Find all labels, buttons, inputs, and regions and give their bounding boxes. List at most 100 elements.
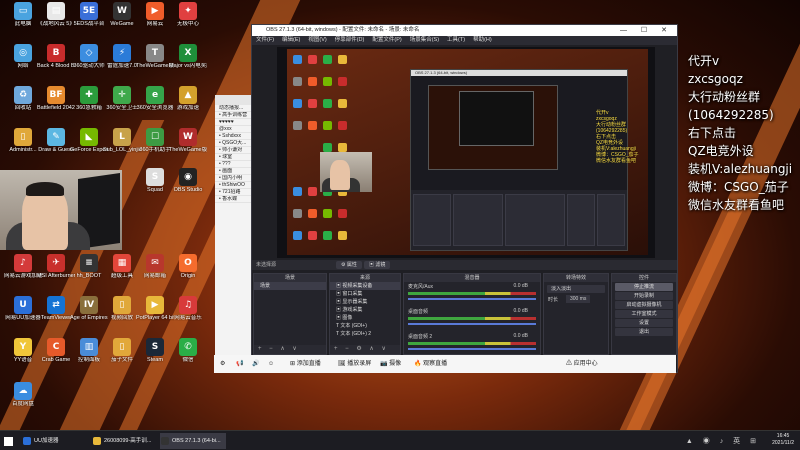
start-recording-button[interactable]: 开始录制: [615, 292, 673, 300]
source-item[interactable]: T 文本 (GDI+): [330, 322, 400, 330]
taskbar-app-icon: [161, 437, 169, 445]
source-item[interactable]: ▣ 显示器采集: [330, 298, 400, 306]
taskbar-clock[interactable]: 16:45 2021/11/2: [772, 433, 794, 447]
source-item[interactable]: ▣ 游戏采集: [330, 306, 400, 314]
menu-item[interactable]: 帮助(H): [473, 37, 492, 43]
source-item[interactable]: ▣ 图像: [330, 314, 400, 322]
scene-item[interactable]: 场景: [254, 282, 326, 290]
properties-button[interactable]: ⚙ 属性: [336, 261, 362, 269]
toolbar-item[interactable]: ☺: [268, 355, 274, 373]
source-item[interactable]: ▣ 视频采集设备: [330, 282, 400, 290]
transition-type-select[interactable]: 淡入淡出: [547, 285, 605, 293]
sources-dock-toolbar[interactable]: + − ⚙ ∧ ∨: [330, 345, 400, 354]
desktop-icon[interactable]: XMajor vs闪电奖励打开: [169, 44, 207, 78]
volume-slider[interactable]: [408, 323, 536, 325]
chat-row[interactable]: • thShiwOO: [215, 182, 255, 189]
chat-row[interactable]: • QSGO大...: [215, 140, 255, 147]
yy--icon: Y: [14, 338, 32, 356]
scenes-dock: 场景 场景 + − ∧ ∨: [253, 273, 327, 355]
desktop-icon[interactable]: ☁ 百度网盘: [4, 382, 42, 416]
taskbar-app[interactable]: UU加速器: [22, 433, 88, 449]
desktop-icon[interactable]: ◉ OBS Studio: [169, 168, 207, 202]
chat-row[interactable]: • ???: [215, 161, 255, 168]
chat-row[interactable]: @xxx: [215, 126, 255, 133]
obs-preview[interactable]: OBS 27.1.3 (64-bit, windows) 代开v zxcsgoqz…: [277, 47, 655, 258]
toolbar-item[interactable]: 📷 摄像: [380, 355, 401, 373]
mixer-channels: 麦克风/Aux 0.0 dB 桌面音频 0.0 dB 桌面音频 2 0.0 dB: [404, 282, 540, 357]
-uu--icon: U: [14, 296, 32, 314]
mixer-channel: 桌面音频 2 0.0 dB: [404, 332, 540, 357]
windows-icon: [4, 437, 13, 446]
duration-input[interactable]: 300 ms: [566, 295, 591, 303]
settings-button[interactable]: 设置: [615, 319, 673, 327]
menu-item[interactable]: 场景集合(S): [410, 37, 439, 43]
obs-window[interactable]: OBS 27.1.3 (64-bit, windows) - 配置文件: 未命名…: [251, 24, 678, 373]
chat-row[interactable]: • 帅小谦对: [215, 147, 255, 154]
menu-item[interactable]: 编辑(E): [282, 37, 300, 43]
squad-icon: S: [146, 168, 164, 186]
filters-button[interactable]: ▣ 滤镜: [364, 261, 391, 269]
toolbar-item[interactable]: 🔊: [252, 355, 259, 373]
desktop-icon-label: Major vs闪电奖励打开: [169, 63, 207, 69]
exit-button[interactable]: 退出: [615, 328, 673, 336]
chat-row[interactable]: • 香水蝶: [215, 196, 255, 203]
source-item[interactable]: ▣ 窗口采集: [330, 290, 400, 298]
desktop-icon-label: OBS Studio: [173, 187, 203, 193]
stream-overlay-text: 代开v zxcsgoqz 大行动粉丝群 (1064292285) 右下点击 QZ电竞外设装…: [688, 52, 800, 214]
taskbar-app-icon: [23, 437, 31, 445]
preview-mini-icon: [323, 143, 332, 152]
system-tray[interactable]: ▲ ◉ ♪ 英 ⊞: [686, 436, 760, 446]
nested-dock-mixer: [505, 194, 565, 246]
chat-row[interactable]: • 721招路: [215, 189, 255, 196]
desktop-icon[interactable]: W TheWeGame版: [169, 128, 207, 162]
desktop-icon[interactable]: ♫ 网易云音乐: [169, 296, 207, 330]
toolbar-item[interactable]: ⚠ 应用中心: [566, 355, 598, 373]
source-item[interactable]: T 文本 (GDI+) 2: [330, 330, 400, 338]
chat-row[interactable]: 动态播报...: [215, 105, 255, 112]
draw-guess-icon: ✎: [47, 128, 65, 146]
menu-item[interactable]: 配置文件(P): [372, 37, 401, 43]
desktop-icon[interactable]: ✦ 无极中心: [169, 2, 207, 36]
menu-item[interactable]: 工具(T): [447, 37, 465, 43]
window-controls[interactable]: — ☐ ✕: [620, 25, 673, 36]
chat-row[interactable]: ♥♥♥♥♥: [215, 119, 255, 126]
wegame-icon: W: [113, 2, 131, 20]
desktop-icon[interactable]: ✆ 微信: [169, 338, 207, 372]
chat-row[interactable]: • 国内小明: [215, 175, 255, 182]
start-button[interactable]: [4, 433, 14, 449]
chat-row[interactable]: • Sshdxxx: [215, 133, 255, 140]
toolbar-item[interactable]: 📢: [236, 355, 243, 373]
menu-item[interactable]: 视图(V): [308, 37, 326, 43]
volume-slider[interactable]: [408, 298, 536, 300]
stop-streaming-button[interactable]: 停止推流: [615, 283, 673, 291]
taskbar-app[interactable]: 26008099-高手训...: [92, 433, 158, 449]
360--icon: ☐: [146, 128, 164, 146]
toolbar-item[interactable]: ⚙: [220, 355, 225, 373]
taskbar-app[interactable]: OBS 27.1.3 (64-bi...: [160, 433, 226, 449]
desktop-icon[interactable]: ▲ 游戏加速: [169, 86, 207, 120]
chat-row[interactable]: • 球室: [215, 154, 255, 161]
mixer-channel-db: 0.0 dB: [513, 333, 528, 339]
sub-lol-yinjie-icon: L: [113, 128, 131, 146]
scenes-dock-toolbar[interactable]: + − ∧ ∨: [254, 345, 326, 354]
chat-row[interactable]: • 高手训练营: [215, 112, 255, 119]
steam-icon: S: [146, 338, 164, 356]
overlay-line: 右下点击: [688, 126, 737, 140]
start-virtual-camera-button[interactable]: 启动虚拟摄像机: [615, 301, 673, 309]
volume-slider[interactable]: [408, 348, 536, 350]
-7-0-icon: ⚡: [113, 44, 131, 62]
preview-mini-icon: [308, 77, 317, 86]
obs-titlebar[interactable]: OBS 27.1.3 (64-bit, windows) - 配置文件: 未命名…: [252, 25, 677, 36]
chat-row[interactable]: • 画面: [215, 168, 255, 175]
menu-item[interactable]: 停靠部件(D): [335, 37, 365, 43]
--icon: ▥: [80, 338, 98, 356]
toolbar-item[interactable]: 🖼 播放录屏: [338, 355, 371, 373]
nested-dock-scenes: [413, 194, 451, 246]
menu-item[interactable]: 文件(F): [256, 37, 274, 43]
preview-mini-icon: [338, 231, 347, 240]
toolbar-item[interactable]: ⊞ 添加直播: [290, 355, 321, 373]
desktop-icon[interactable]: O Origin: [169, 254, 207, 288]
preview-mini-icon: [293, 121, 302, 130]
studio-mode-button[interactable]: 工作室模式: [615, 310, 673, 318]
toolbar-item[interactable]: 🔥 观察直播: [414, 355, 447, 373]
